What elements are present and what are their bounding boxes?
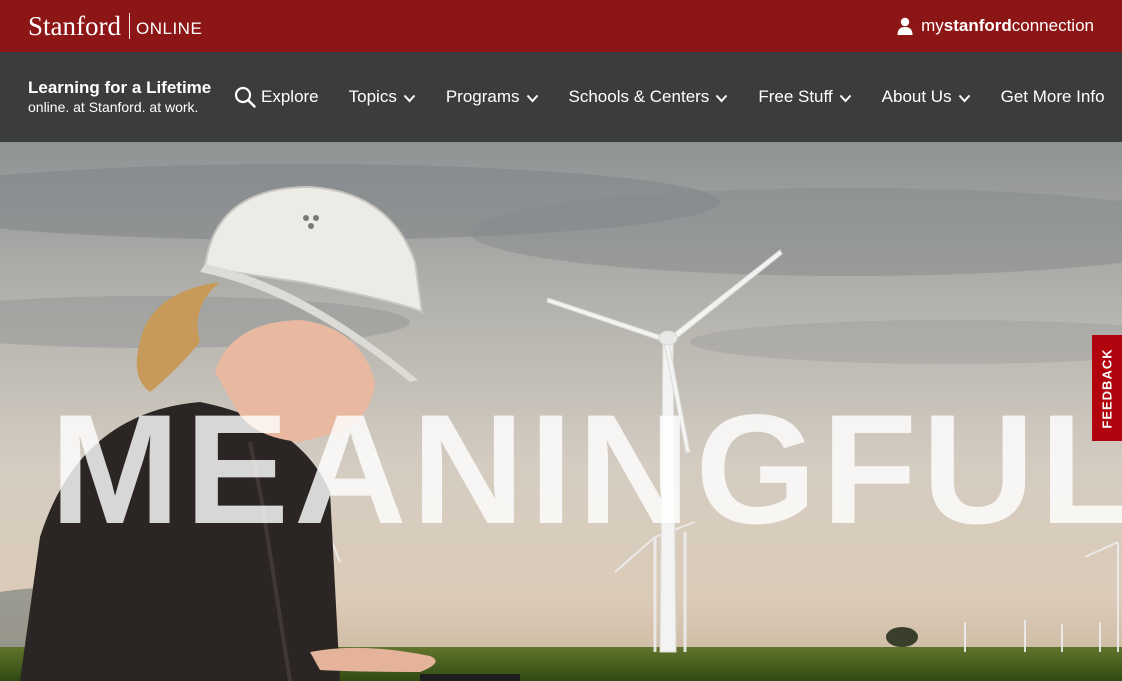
nav-explore-label: Explore xyxy=(261,87,319,106)
top-brand-bar: Stanford ONLINE my stanford connection xyxy=(0,0,1122,52)
hero-banner: MEANINGFUL xyxy=(0,142,1122,681)
account-link-bold: stanford xyxy=(943,16,1012,35)
tagline-main: Learning for a Lifetime xyxy=(28,78,212,97)
search-icon xyxy=(234,86,256,108)
nav-items: Explore Topics Programs Schools & Center… xyxy=(234,86,1105,108)
chevron-down-icon xyxy=(716,94,728,102)
tagline-sub: online. at Stanford. at work. xyxy=(28,99,199,115)
nav-about-us[interactable]: About Us xyxy=(882,87,971,107)
account-link-suffix: connection xyxy=(1011,16,1094,35)
hero-headline: MEANINGFUL xyxy=(50,383,1122,557)
main-nav-bar: Learning for a Lifetime online. at Stanf… xyxy=(0,52,1122,142)
nav-free-stuff[interactable]: Free Stuff xyxy=(758,87,851,107)
nav-info-label: Get More Info xyxy=(1000,87,1105,106)
chevron-down-icon xyxy=(839,94,851,102)
nav-programs[interactable]: Programs xyxy=(446,87,539,107)
nav-get-more-info[interactable]: Get More Info xyxy=(1001,87,1105,107)
account-link-prefix: my xyxy=(921,16,944,35)
nav-free-label: Free Stuff xyxy=(758,87,833,106)
mystanfordconnection-link[interactable]: my stanford connection xyxy=(896,16,1094,36)
nav-explore[interactable]: Explore xyxy=(234,86,319,108)
chevron-down-icon xyxy=(958,94,970,102)
nav-topics-label: Topics xyxy=(348,87,397,106)
logo-online-text: ONLINE xyxy=(135,19,203,38)
chevron-down-icon xyxy=(526,94,538,102)
feedback-label: FEEDBACK xyxy=(1099,347,1115,429)
nav-about-label: About Us xyxy=(881,87,952,106)
stanford-online-logo[interactable]: Stanford ONLINE xyxy=(28,10,203,41)
nav-schools-centers[interactable]: Schools & Centers xyxy=(569,87,729,107)
tagline: Learning for a Lifetime online. at Stanf… xyxy=(28,78,228,116)
nav-topics[interactable]: Topics xyxy=(349,87,416,107)
feedback-tab[interactable]: FEEDBACK xyxy=(1092,335,1122,441)
user-icon xyxy=(897,17,913,35)
logo-stanford-wordmark: Stanford xyxy=(28,10,121,41)
logo-divider xyxy=(128,13,130,39)
nav-programs-label: Programs xyxy=(445,87,520,106)
chevron-down-icon xyxy=(403,94,416,102)
nav-schools-label: Schools & Centers xyxy=(568,87,710,106)
